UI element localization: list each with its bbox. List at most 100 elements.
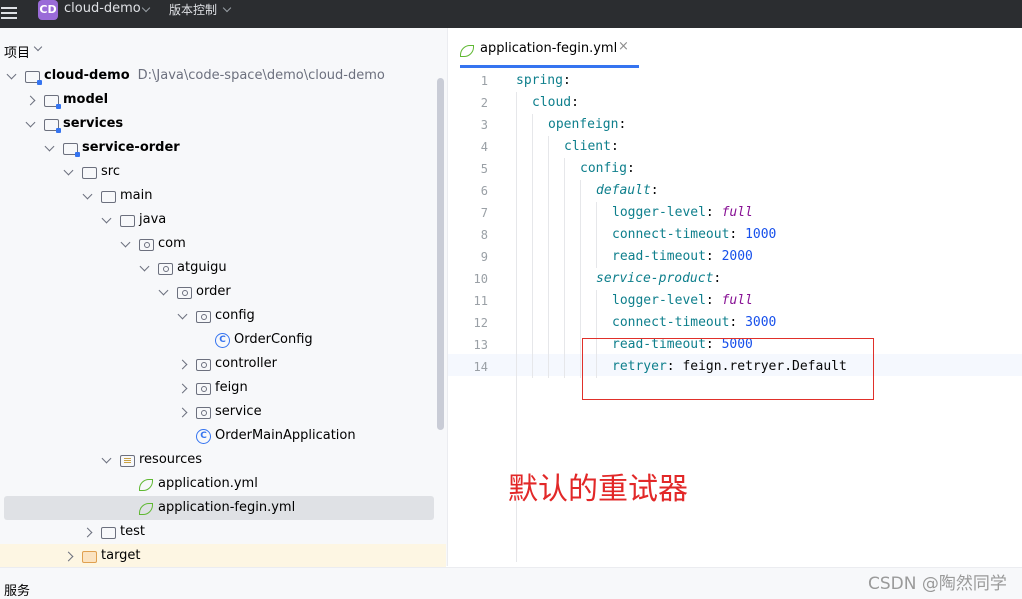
code-line[interactable]: default: xyxy=(596,180,659,202)
close-icon[interactable]: × xyxy=(618,39,629,54)
tree-item-label: test xyxy=(120,520,145,544)
tree-item-text: config xyxy=(215,308,255,323)
chevron-down-icon[interactable] xyxy=(6,69,17,80)
tree-item-label: service-order xyxy=(82,136,180,160)
project-badge[interactable]: CD xyxy=(38,0,58,20)
indent-guide xyxy=(596,202,597,268)
chevron-right-icon[interactable] xyxy=(177,359,188,370)
tree-item-src[interactable]: src xyxy=(0,160,440,184)
chevron-down-icon[interactable] xyxy=(158,285,169,296)
tree-item-model[interactable]: model xyxy=(0,88,440,112)
yaml-key: default xyxy=(596,183,651,198)
yaml-value: full xyxy=(721,293,753,308)
line-number: 1 xyxy=(480,74,488,88)
code-line[interactable]: logger-level: full xyxy=(612,290,753,312)
module-folder-icon xyxy=(44,95,61,109)
class-icon: C xyxy=(215,333,230,348)
tree-item-label: resources xyxy=(139,448,202,472)
chevron-right-icon[interactable] xyxy=(82,527,93,538)
tree-item-order[interactable]: order xyxy=(0,280,440,304)
chevron-down-icon[interactable] xyxy=(139,261,150,272)
tree-item-main[interactable]: main xyxy=(0,184,440,208)
line-number: 7 xyxy=(480,206,488,220)
chevron-down-icon[interactable] xyxy=(120,237,131,248)
code-line[interactable]: client: xyxy=(564,136,619,158)
chevron-down-icon[interactable] xyxy=(25,117,36,128)
tree-item-resources[interactable]: resources xyxy=(0,448,440,472)
package-icon xyxy=(196,407,211,419)
project-path: D:\Java\code-space\demo\cloud-demo xyxy=(137,68,385,83)
tree-item-test[interactable]: test xyxy=(0,520,440,544)
tree-item-label: cloud-demo D:\Java\code-space\demo\cloud-… xyxy=(44,64,385,88)
tree-item-label: com xyxy=(158,232,186,256)
code-line[interactable]: read-timeout: 2000 xyxy=(612,246,753,268)
tree-item-atguigu[interactable]: atguigu xyxy=(0,256,440,280)
line-number: 4 xyxy=(480,140,488,154)
chevron-right-icon[interactable] xyxy=(25,95,36,106)
tree-item-ordermainapplication[interactable]: C OrderMainApplication xyxy=(0,424,440,448)
chevron-down-icon[interactable] xyxy=(101,453,112,464)
tree-item-config[interactable]: config xyxy=(0,304,440,328)
tree-item-application-yml[interactable]: application.yml xyxy=(0,472,440,496)
project-view-chevron-icon[interactable] xyxy=(33,42,43,52)
tree-item-orderconfig[interactable]: C OrderConfig xyxy=(0,328,440,352)
code-line[interactable]: connect-timeout: 3000 xyxy=(612,312,776,334)
tree-item-cloud-demo[interactable]: cloud-demo D:\Java\code-space\demo\cloud-… xyxy=(0,64,440,88)
line-number: 2 xyxy=(480,96,488,110)
yaml-separator: : xyxy=(610,139,619,154)
tree-item-controller[interactable]: controller xyxy=(0,352,440,376)
yaml-key: logger-level xyxy=(612,205,706,220)
yaml-key: service-product xyxy=(596,271,714,286)
code-editor[interactable]: 1 2 3 4 5 6 7 8 9 10 11 12 13 14 spring: cloud: openfei… xyxy=(448,68,1022,566)
tree-item-text: target xyxy=(101,548,141,563)
code-line[interactable]: spring: xyxy=(516,70,571,92)
chevron-down-icon[interactable] xyxy=(82,189,93,200)
yaml-separator: : xyxy=(618,117,627,132)
project-dropdown-chevron-icon[interactable] xyxy=(141,3,151,13)
yaml-separator: : xyxy=(713,271,722,286)
code-line[interactable]: cloud: xyxy=(532,92,579,114)
tree-item-services[interactable]: services xyxy=(0,112,440,136)
yaml-value: full xyxy=(721,205,753,220)
tree-item-label: main xyxy=(120,184,152,208)
tree-item-com[interactable]: com xyxy=(0,232,440,256)
yaml-key: spring xyxy=(516,73,563,88)
tree-item-text: services xyxy=(63,116,124,131)
services-panel-title[interactable]: 服务 xyxy=(4,580,30,599)
chevron-right-icon[interactable] xyxy=(177,407,188,418)
tree-item-feign[interactable]: feign xyxy=(0,376,440,400)
tree-item-label: model xyxy=(63,88,108,112)
resources-folder-icon xyxy=(120,455,135,467)
code-line[interactable]: service-product: xyxy=(596,268,721,290)
tree-item-target[interactable]: target xyxy=(0,544,446,568)
vcs-dropdown-chevron-icon[interactable] xyxy=(222,3,232,13)
tree-item-text: atguigu xyxy=(177,260,227,275)
line-number: 9 xyxy=(480,250,488,264)
main-menu-icon[interactable] xyxy=(0,4,18,24)
tree-item-service[interactable]: service xyxy=(0,400,440,424)
code-line[interactable]: connect-timeout: 1000 xyxy=(612,224,776,246)
chevron-right-icon[interactable] xyxy=(63,551,74,562)
project-name[interactable]: cloud-demo xyxy=(64,1,141,16)
code-line[interactable]: logger-level: full xyxy=(612,202,753,224)
chevron-down-icon[interactable] xyxy=(63,165,74,176)
tree-item-application-fegin-yml[interactable]: application-fegin.yml xyxy=(4,496,434,520)
tree-item-java[interactable]: java xyxy=(0,208,440,232)
tab-application-fegin-yml[interactable]: application-fegin.yml × xyxy=(456,28,639,68)
line-number: 5 xyxy=(480,162,488,176)
tree-item-service-order[interactable]: service-order xyxy=(0,136,440,160)
chevron-down-icon[interactable] xyxy=(44,141,55,152)
project-panel-title[interactable]: 项目 xyxy=(4,42,30,61)
vcs-menu[interactable]: 版本控制 xyxy=(169,1,217,18)
line-number: 14 xyxy=(473,360,488,374)
chevron-right-icon[interactable] xyxy=(177,383,188,394)
chevron-down-icon[interactable] xyxy=(101,213,112,224)
code-line[interactable]: config: xyxy=(580,158,635,180)
project-tree-scrollbar[interactable] xyxy=(437,78,444,430)
code-line[interactable]: openfeign: xyxy=(548,114,626,136)
yaml-key: config xyxy=(580,161,627,176)
yaml-separator: : xyxy=(562,73,571,88)
project-panel: 项目 cloud-demo D:\Java\code-space\demo\clo… xyxy=(0,28,448,568)
chevron-down-icon[interactable] xyxy=(177,309,188,320)
yaml-key: cloud xyxy=(532,95,572,110)
